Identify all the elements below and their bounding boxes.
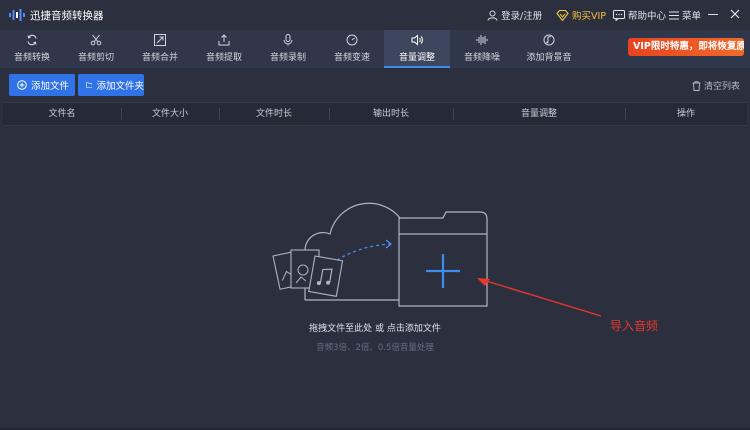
add-folder-label: 添加文件夹 <box>96 81 144 92</box>
tab-audio-cut[interactable]: 音频剪切 <box>64 30 128 68</box>
menu-icon <box>669 11 679 19</box>
tab-add-background-music[interactable]: 添加背景音 <box>514 30 584 68</box>
tab-label: 音频合并 <box>141 53 178 63</box>
buy-vip-button[interactable]: 购买VIP <box>556 8 606 22</box>
tab-audio-merge[interactable]: 音频合并 <box>128 30 192 68</box>
vip-promo-banner[interactable]: VIP限时特惠，即将恢复原价 <box>628 38 744 56</box>
tab-label: 音频变速 <box>333 53 370 63</box>
tab-label: 音频剪切 <box>77 53 114 63</box>
title-bar: 迅捷音频转换器 登录/注册 购买VIP 帮助中心 菜单 <box>0 0 750 30</box>
add-file-label: 添加文件 <box>31 81 70 92</box>
app-title: 迅捷音频转换器 <box>30 10 104 22</box>
menu-button[interactable]: 菜单 <box>669 8 701 22</box>
merge-icon <box>154 34 166 46</box>
action-bar: 添加文件 添加文件夹 清空列表 <box>0 68 750 102</box>
trash-icon <box>692 80 701 91</box>
app-window: 迅捷音频转换器 登录/注册 购买VIP 帮助中心 菜单 音频转换 音频剪切 音频… <box>0 0 750 430</box>
speaker-icon <box>411 34 423 46</box>
tab-label: 添加背景音 <box>526 53 572 63</box>
folder-icon <box>86 82 93 88</box>
vip-label: 购买VIP <box>572 11 607 22</box>
clear-list-label: 清空列表 <box>703 82 740 92</box>
file-drop-area[interactable]: 拖拽文件至此处 或 点击添加文件 音频3倍、2倍、0.5倍音量处理 导入音频 <box>3 126 747 426</box>
clear-list-button[interactable]: 清空列表 <box>692 79 740 92</box>
user-icon <box>487 10 498 21</box>
plus-circle-icon <box>17 80 27 90</box>
help-center-button[interactable]: 帮助中心 <box>613 8 666 22</box>
waveform-icon <box>476 35 488 45</box>
column-header[interactable]: 音量调整 <box>453 103 625 125</box>
menu-label: 菜单 <box>682 11 702 22</box>
tab-audio-convert[interactable]: 音频转换 <box>0 30 64 68</box>
import-audio-annotation: 导入音频 <box>610 319 659 333</box>
tab-label: 音频降噪 <box>463 53 500 63</box>
close-icon[interactable] <box>728 7 742 21</box>
tab-audio-speed[interactable]: 音频变速 <box>320 30 384 68</box>
column-header[interactable]: 输出时长 <box>329 103 453 125</box>
vip-diamond-icon <box>556 9 569 21</box>
file-table-header: 文件名 文件大小 文件时长 输出时长 音量调整 操作 <box>3 102 747 126</box>
add-file-button[interactable]: 添加文件 <box>9 74 75 96</box>
help-label: 帮助中心 <box>628 11 667 22</box>
tab-audio-denoise[interactable]: 音频降噪 <box>450 30 514 68</box>
feature-toolbar: 音频转换 音频剪切 音频合并 音频提取 音频录制 音频变速 音量调整 音频降噪 … <box>0 30 750 68</box>
extract-icon <box>218 34 230 46</box>
login-label: 登录/注册 <box>501 11 543 22</box>
tab-label: 音频转换 <box>13 53 50 63</box>
tab-label: 音量调整 <box>398 53 435 63</box>
column-header[interactable]: 文件时长 <box>219 103 329 125</box>
minimize-icon[interactable] <box>706 7 720 21</box>
speedometer-icon <box>346 34 358 46</box>
red-arrow-annotation <box>477 278 602 317</box>
tab-audio-extract[interactable]: 音频提取 <box>192 30 256 68</box>
feature-description-text: 音频3倍、2倍、0.5倍音量处理 <box>316 343 434 353</box>
tab-audio-record[interactable]: 音频录制 <box>256 30 320 68</box>
tab-volume-adjust[interactable]: 音量调整 <box>384 30 450 68</box>
tab-label: 音频提取 <box>205 53 242 63</box>
column-header[interactable]: 文件名 <box>3 103 121 125</box>
refresh-icon <box>27 34 37 46</box>
chat-icon <box>613 9 625 21</box>
login-button[interactable]: 登录/注册 <box>487 8 542 22</box>
add-folder-button[interactable]: 添加文件夹 <box>78 74 144 96</box>
tab-label: 音频录制 <box>269 53 306 63</box>
app-logo-icon <box>9 9 25 21</box>
drop-files-illustration-icon[interactable] <box>265 198 490 310</box>
column-header[interactable]: 操作 <box>625 103 747 125</box>
music-disc-icon <box>543 34 555 46</box>
scissors-icon <box>90 34 102 46</box>
column-header[interactable]: 文件大小 <box>121 103 219 125</box>
microphone-icon <box>283 34 293 46</box>
